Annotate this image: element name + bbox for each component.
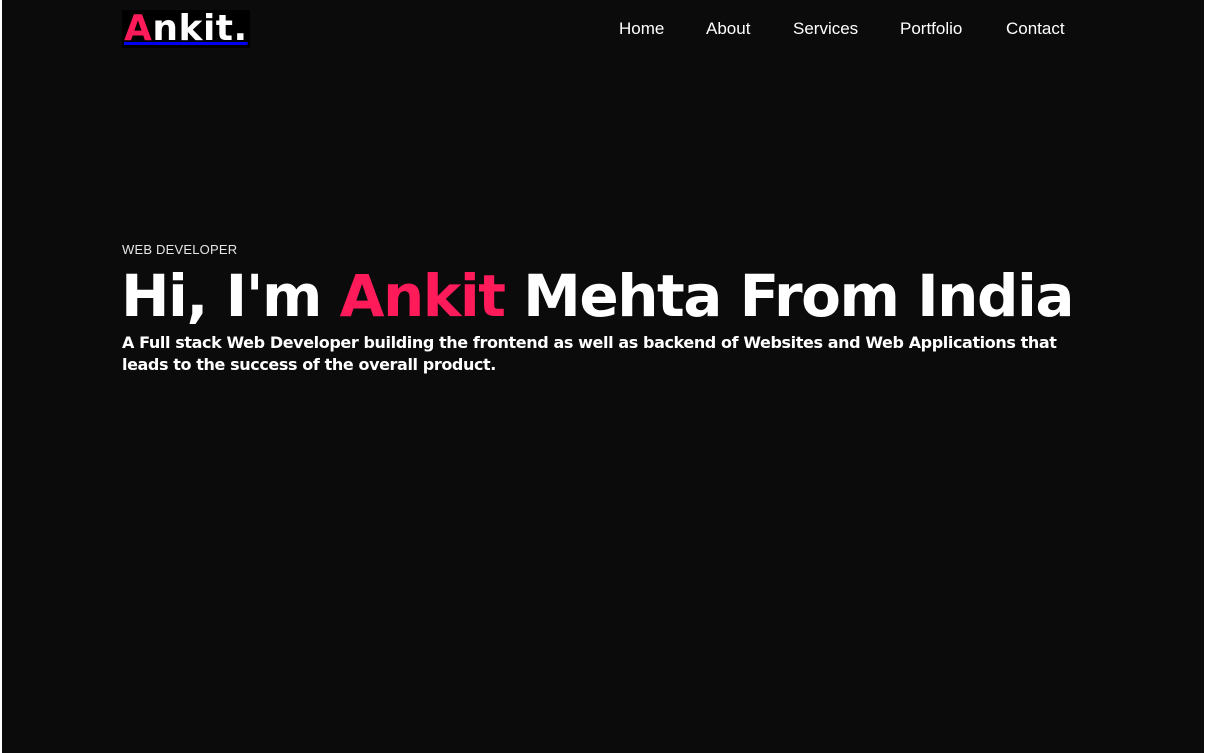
nav-link-home[interactable]: Home <box>619 19 664 39</box>
nav-link-about[interactable]: About <box>706 19 750 39</box>
headline-name-accent: Ankit <box>339 262 506 330</box>
hero-headline: Hi, I'm Ankit Mehta From India <box>121 260 1074 332</box>
nav-link-portfolio[interactable]: Portfolio <box>900 19 962 39</box>
hero-tagline: A Full stack Web Developer building the … <box>122 333 1057 374</box>
main-nav: Home About Services Portfolio Contact <box>2 19 1204 39</box>
page: Ankit. Home About Services Portfolio Con… <box>2 0 1204 753</box>
headline-prefix: Hi, I'm <box>121 262 340 330</box>
nav-link-contact[interactable]: Contact <box>1006 19 1065 39</box>
hero-eyebrow: WEB DEVELOPER <box>122 242 238 257</box>
nav-link-services[interactable]: Services <box>793 19 858 39</box>
headline-suffix: Mehta From India <box>504 262 1074 330</box>
